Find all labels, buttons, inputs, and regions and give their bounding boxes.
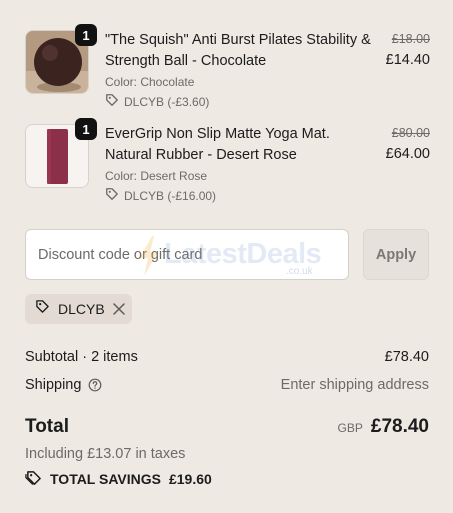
cart-item: 1 "The Squish" Anti Burst Pilates Stabil… <box>25 24 430 109</box>
remove-discount-icon[interactable] <box>112 303 125 315</box>
price-original: £80.00 <box>391 126 430 140</box>
taxes-row: Including £13.07 in taxes <box>25 445 429 463</box>
quantity-badge: 1 <box>75 118 97 140</box>
subtotal-value: £78.40 <box>384 349 429 365</box>
savings-tag-icon <box>25 470 42 487</box>
price-current: £64.00 <box>385 146 430 162</box>
total-savings: TOTAL SAVINGS £19.60 <box>25 470 212 487</box>
item-discount-text: DLCYB (-£16.00) <box>124 188 217 203</box>
item-variant: Color: Chocolate <box>105 75 195 89</box>
discount-code-input[interactable] <box>25 229 349 280</box>
help-icon[interactable] <box>88 378 102 392</box>
tag-icon <box>105 93 119 110</box>
price-original: £18.00 <box>391 32 430 46</box>
total-label: Total <box>25 416 69 437</box>
shipping-value: Enter shipping address <box>280 377 429 393</box>
quantity-badge: 1 <box>75 24 97 46</box>
savings-value: £19.60 <box>168 470 212 487</box>
item-title: EverGrip Non Slip Matte Yoga Mat. Natura… <box>105 126 330 163</box>
subtotal-label: Subtotal · 2 items <box>25 349 138 365</box>
currency-code: GBP <box>337 421 363 435</box>
applied-discount-chip: DLCYB <box>25 294 132 324</box>
applied-code-text: DLCYB <box>58 301 105 317</box>
price-current: £14.40 <box>385 52 430 68</box>
shipping-label: Shipping <box>25 377 82 393</box>
tag-icon <box>35 299 50 319</box>
item-discount-text: DLCYB (-£3.60) <box>124 94 210 109</box>
apply-discount-button[interactable]: Apply <box>363 229 429 280</box>
tag-icon <box>105 187 119 204</box>
taxes-text: Including £13.07 in taxes <box>25 446 186 462</box>
item-title: "The Squish" Anti Burst Pilates Stabilit… <box>105 32 371 69</box>
item-discount: DLCYB (-£16.00) <box>105 187 377 204</box>
total-row: Total GBP £78.40 <box>25 413 429 441</box>
shipping-row: Shipping Enter shipping address <box>25 375 429 395</box>
subtotal-row: Subtotal · 2 items £78.40 <box>25 347 429 367</box>
total-value: £78.40 <box>370 416 429 437</box>
item-variant: Color: Desert Rose <box>105 169 208 183</box>
discount-form: Apply <box>25 229 429 280</box>
cart-item: 1 EverGrip Non Slip Matte Yoga Mat. Natu… <box>25 118 430 203</box>
savings-label: TOTAL SAVINGS <box>50 470 161 487</box>
item-discount: DLCYB (-£3.60) <box>105 93 377 110</box>
